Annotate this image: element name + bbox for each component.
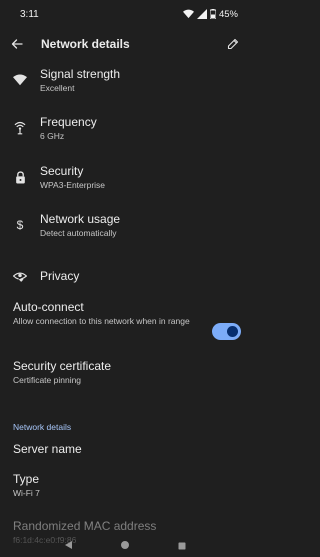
privacy-eye-wifi-icon <box>13 269 27 283</box>
page-title: Network details <box>41 37 130 51</box>
dollar-icon: $ <box>16 218 24 232</box>
network-usage-title: Network usage <box>40 211 121 226</box>
frequency-title: Frequency <box>40 114 97 129</box>
nav-home-icon[interactable] <box>120 537 130 555</box>
edit-pencil-icon[interactable] <box>226 37 240 51</box>
frequency-antenna-icon <box>13 121 27 135</box>
server-name-title: Server name <box>13 441 82 456</box>
auto-connect-title: Auto-connect <box>13 299 84 314</box>
type-value: Wi-Fi 7 <box>13 487 40 498</box>
type-title: Type <box>13 471 40 486</box>
app-bar: Network details <box>0 28 250 60</box>
signal-strength-title: Signal strength <box>40 66 121 81</box>
status-icons: 45% <box>182 8 238 20</box>
security-certificate-value: Certificate pinning <box>13 374 82 385</box>
mac-address-title: Randomized MAC address <box>13 518 157 533</box>
signal-strength-value: Excellent <box>40 82 75 93</box>
security-value: WPA3-Enterprise <box>40 179 106 190</box>
battery-percent: 45% <box>218 8 238 20</box>
section-header-network-details: Network details <box>13 422 72 432</box>
cellular-signal-icon <box>196 9 207 19</box>
nav-recents-icon[interactable] <box>178 537 186 555</box>
wifi-status-icon <box>182 9 194 19</box>
battery-icon <box>209 9 216 19</box>
security-certificate-title: Security certificate <box>13 358 112 373</box>
network-usage-value: Detect automatically <box>40 227 117 238</box>
status-bar: 3:11 45% <box>0 0 250 28</box>
frequency-value: 6 GHz <box>40 130 65 141</box>
toggle-knob <box>227 326 238 337</box>
security-title: Security <box>40 163 84 178</box>
settings-list: Signal strength Excellent Frequency 6 GH… <box>0 60 250 557</box>
lock-icon <box>13 170 27 184</box>
status-time: 3:11 <box>20 8 39 20</box>
privacy-title: Privacy <box>40 268 80 283</box>
wifi-signal-icon <box>13 73 27 87</box>
back-arrow-icon[interactable] <box>10 37 24 51</box>
nav-back-icon[interactable] <box>64 537 73 555</box>
navigation-bar <box>0 535 250 557</box>
auto-connect-toggle[interactable] <box>212 323 241 340</box>
auto-connect-description: Allow connection to this network when in… <box>13 315 190 326</box>
